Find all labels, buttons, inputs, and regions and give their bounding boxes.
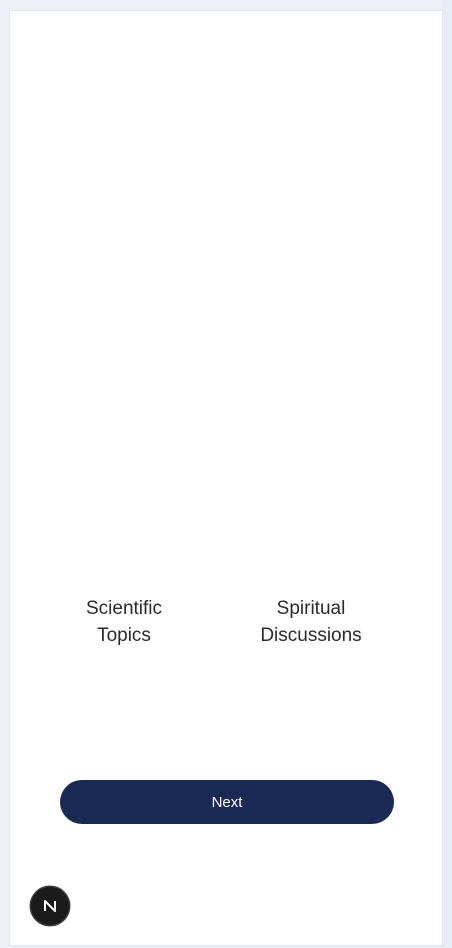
topic-spiritual[interactable]: Spiritual Discussions	[231, 595, 391, 649]
topic-scientific[interactable]: Scientific Topics	[44, 595, 204, 649]
next-logo-icon	[44, 900, 56, 912]
next-dev-indicator-button[interactable]	[31, 887, 69, 925]
next-button[interactable]: Next	[60, 780, 394, 824]
window-edge	[442, 0, 452, 948]
